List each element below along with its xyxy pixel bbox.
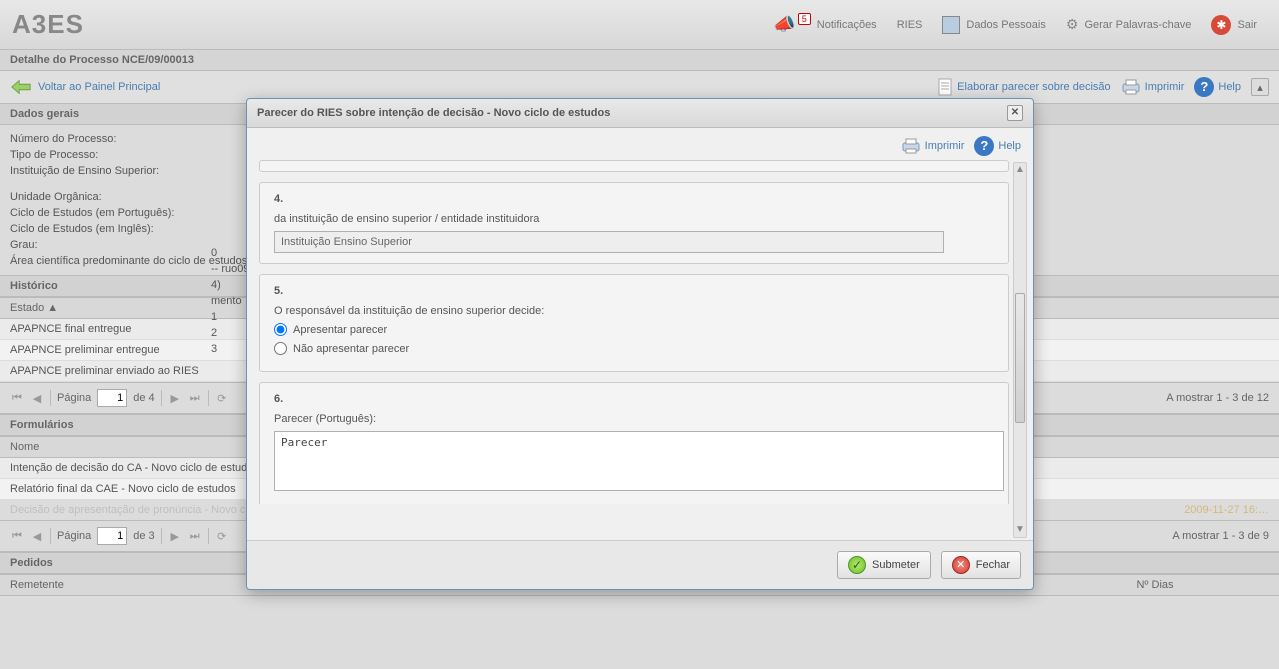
printer-icon <box>1121 78 1141 96</box>
dialog-footer: ✓ Submeter ✕ Fechar <box>247 540 1033 589</box>
pager-page-input[interactable] <box>97 389 127 407</box>
radio-nao-apresentar[interactable]: Não apresentar parecer <box>274 342 994 355</box>
col-estado[interactable]: Estado ▲ <box>0 302 68 314</box>
radio-nao-apresentar-input[interactable] <box>274 342 287 355</box>
scroll-up-icon[interactable]: ▲ <box>1014 163 1026 177</box>
pager-next-icon[interactable]: ▶ <box>168 392 182 405</box>
radio-apresentar[interactable]: Apresentar parecer <box>274 323 994 336</box>
instituicao-input[interactable] <box>274 231 944 253</box>
pager-status: A mostrar 1 - 3 de 12 <box>1166 392 1269 404</box>
col-nome[interactable]: Nome <box>0 441 49 453</box>
help-icon: ? <box>1194 77 1214 97</box>
section-5: 5. O responsável da instituição de ensin… <box>259 274 1009 372</box>
back-link[interactable]: Voltar ao Painel Principal <box>38 81 160 93</box>
pager-last-icon[interactable]: ⏭ <box>188 530 202 543</box>
pager-refresh-icon[interactable]: ⟳ <box>215 392 229 405</box>
help-icon: ? <box>974 136 994 156</box>
dialog-scrollbar[interactable]: ▲ ▼ <box>1013 162 1027 538</box>
exit-button[interactable]: ✱ Sair <box>1211 15 1257 35</box>
generate-keywords-button[interactable]: ⚙ Gerar Palavras-chave <box>1066 16 1192 33</box>
dialog-body: 4. da instituição de ensino superior / e… <box>247 160 1033 540</box>
pager-next-icon[interactable]: ▶ <box>168 530 182 543</box>
personal-data-button[interactable]: Dados Pessoais <box>942 16 1046 34</box>
close-button[interactable]: ✕ Fechar <box>941 551 1021 579</box>
help-button[interactable]: ? Help <box>1194 77 1241 97</box>
pager-last-icon[interactable]: ⏭ <box>188 392 202 405</box>
pager-first-icon[interactable]: ⏮ <box>10 530 24 543</box>
document-icon <box>937 78 953 96</box>
back-arrow-icon <box>10 78 32 96</box>
dialog-title-bar[interactable]: Parecer do RIES sobre intenção de decisã… <box>247 99 1033 128</box>
check-icon: ✓ <box>848 556 866 574</box>
app-logo: A3ES <box>12 9 84 40</box>
scroll-thumb[interactable] <box>1015 293 1025 423</box>
print-button[interactable]: Imprimir <box>1121 78 1185 96</box>
top-bar: A3ES 📣 5 Notificações RIES Dados Pessoai… <box>0 0 1279 50</box>
scroll-down-icon[interactable]: ▼ <box>1014 523 1026 537</box>
dialog-toolbar: Imprimir ? Help <box>247 128 1033 160</box>
dialog-title: Parecer do RIES sobre intenção de decisã… <box>257 107 610 119</box>
printer-icon <box>901 137 921 155</box>
notifications-badge: 5 <box>798 13 811 25</box>
dialog-print-button[interactable]: Imprimir <box>901 137 965 155</box>
notifications-button[interactable]: 📣 5 Notificações <box>773 14 876 35</box>
notifications-label: Notificações <box>817 19 877 31</box>
col-dias[interactable]: Nº Dias <box>1070 579 1240 591</box>
parecer-dialog: Parecer do RIES sobre intenção de decisã… <box>246 98 1034 590</box>
gear-icon: ⚙ <box>1066 16 1079 33</box>
dialog-help-button[interactable]: ? Help <box>974 136 1021 156</box>
pager-refresh-icon[interactable]: ⟳ <box>215 530 229 543</box>
page-subtitle: Detalhe do Processo NCE/09/00013 <box>0 50 1279 71</box>
section-6: 6. Parecer (Português): <box>259 382 1009 504</box>
bell-icon: 📣 <box>773 14 795 35</box>
section-4: 4. da instituição de ensino superior / e… <box>259 182 1009 264</box>
pager-page-input[interactable] <box>97 527 127 545</box>
pager-first-icon[interactable]: ⏮ <box>10 392 24 405</box>
dialog-close-button[interactable]: ✕ <box>1007 105 1023 121</box>
exit-icon: ✱ <box>1211 15 1231 35</box>
pager-status: A mostrar 1 - 3 de 9 <box>1172 530 1269 542</box>
pager-prev-icon[interactable]: ◀ <box>30 392 44 405</box>
scroll-up-button[interactable]: ▴ <box>1251 78 1269 96</box>
ries-label: RIES <box>897 19 923 31</box>
pager-prev-icon[interactable]: ◀ <box>30 530 44 543</box>
parecer-button[interactable]: Elaborar parecer sobre decisão <box>937 78 1110 96</box>
parecer-textarea[interactable] <box>274 431 1004 491</box>
radio-apresentar-input[interactable] <box>274 323 287 336</box>
close-icon: ✕ <box>952 556 970 574</box>
user-icon <box>942 16 960 34</box>
submit-button[interactable]: ✓ Submeter <box>837 551 931 579</box>
